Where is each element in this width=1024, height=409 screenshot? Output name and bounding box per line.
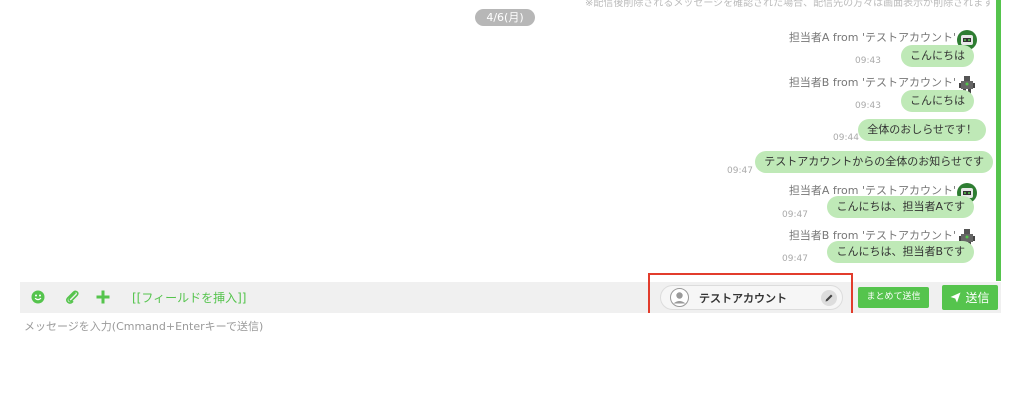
message-bubble[interactable]: こんにちは、担当者Bです bbox=[827, 241, 974, 263]
message-time: 09:43 bbox=[855, 56, 881, 66]
sender-account-selector[interactable]: テストアカウント bbox=[660, 285, 843, 310]
attachment-icon[interactable] bbox=[62, 287, 82, 307]
composer-toolbar: [[フィールドを挿入]] bbox=[20, 282, 1001, 313]
emoji-icon[interactable] bbox=[28, 287, 48, 307]
send-label: 送信 bbox=[965, 291, 990, 305]
message-time: 09:44 bbox=[833, 133, 859, 143]
message-time: 09:47 bbox=[727, 166, 753, 176]
insert-field-link[interactable]: [[フィールドを挿入]] bbox=[132, 289, 247, 306]
pencil-icon[interactable] bbox=[821, 290, 837, 306]
message-bubble[interactable]: 全体のおしらせです！ bbox=[858, 119, 986, 141]
chat-history[interactable]: ※配信後削除されるメッセージを確認された場合、配信先の方々は画面表示が削除されま… bbox=[0, 0, 1024, 281]
bulk-send-button[interactable]: まとめて送信 bbox=[858, 287, 929, 308]
top-notice: ※配信後削除されるメッセージを確認された場合、配信先の方々は画面表示が削除されま… bbox=[585, 0, 994, 9]
message-time: 09:47 bbox=[782, 210, 808, 220]
paper-plane-icon bbox=[950, 292, 961, 303]
user-avatar-icon bbox=[670, 288, 689, 307]
date-separator: 4/6(月) bbox=[475, 9, 535, 26]
message-input[interactable] bbox=[20, 313, 1001, 409]
message-bubble[interactable]: テストアカウントからの全体のお知らせです bbox=[755, 151, 993, 173]
message-bubble[interactable]: こんにちは、担当者Aです bbox=[827, 196, 974, 218]
message-sender: 担当者A from 'テストアカウント' bbox=[788, 31, 956, 44]
message-time: 09:43 bbox=[855, 101, 881, 111]
account-name: テストアカウント bbox=[699, 292, 787, 305]
message-bubble[interactable]: こんにちは bbox=[901, 90, 974, 112]
message-sender: 担当者B from 'テストアカウント' bbox=[788, 76, 956, 89]
scrollbar[interactable] bbox=[996, 0, 1001, 281]
message-time: 09:47 bbox=[782, 254, 808, 264]
message-bubble[interactable]: こんにちは bbox=[901, 45, 974, 67]
add-icon[interactable] bbox=[93, 287, 113, 307]
send-button[interactable]: 送信 bbox=[942, 285, 998, 310]
